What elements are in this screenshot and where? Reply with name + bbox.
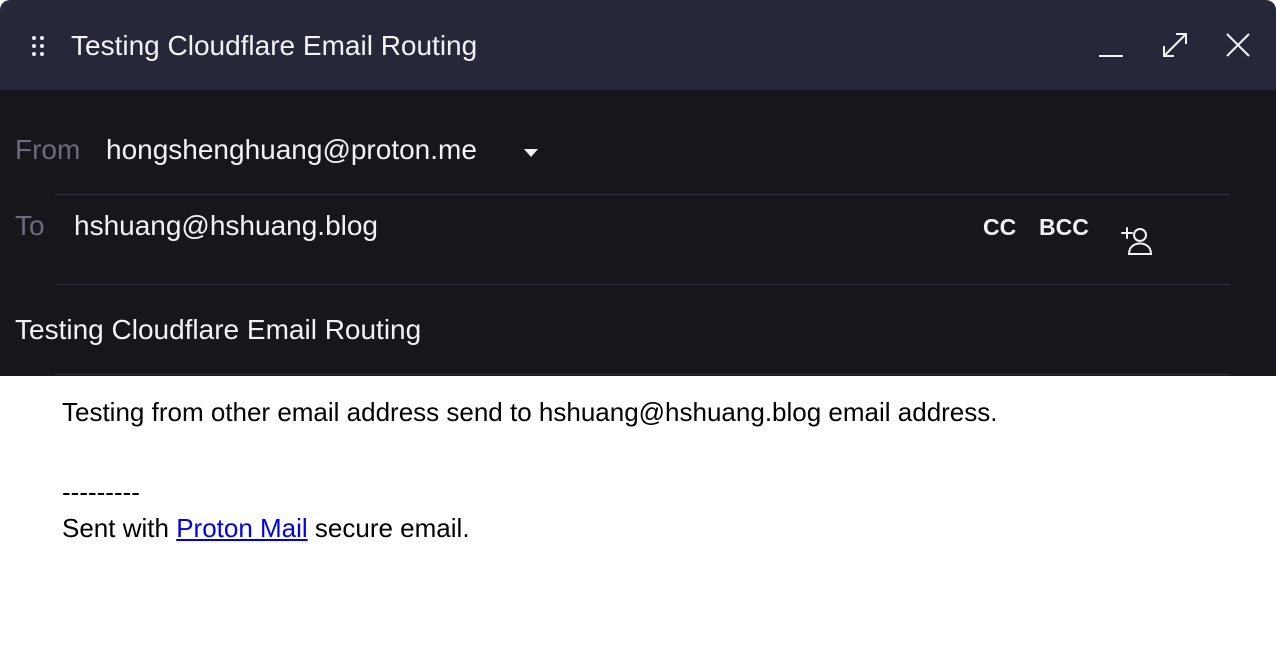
composer-title: Testing Cloudflare Email Routing [71, 30, 478, 61]
signature-line: Sent with Proton Mail secure email. [62, 510, 470, 546]
email-composer: Testing Cloudflare Email Routing From ho… [0, 0, 1276, 656]
drag-handle-icon[interactable] [31, 35, 45, 57]
to-label: To [15, 210, 45, 241]
from-address-select[interactable]: hongshenghuang@proton.me [106, 134, 477, 166]
caret-down-icon[interactable] [523, 145, 539, 157]
minimize-button[interactable] [1096, 30, 1126, 60]
signature-suffix: secure email. [314, 513, 470, 543]
close-button[interactable] [1223, 30, 1253, 60]
proton-mail-link[interactable]: Proton Mail [176, 513, 308, 543]
composer-titlebar[interactable]: Testing Cloudflare Email Routing [0, 0, 1276, 90]
add-contact-button[interactable] [1121, 226, 1153, 256]
message-body-text: Testing from other email address send to… [62, 397, 998, 427]
composer-headers: From hongshenghuang@proton.me To hshuang… [0, 90, 1276, 376]
from-label: From [15, 134, 81, 165]
subject-input[interactable]: Testing Cloudflare Email Routing [15, 314, 421, 346]
close-icon [1226, 33, 1250, 57]
message-body-editor[interactable]: Testing from other email address send to… [0, 376, 1276, 656]
cc-button[interactable]: CC [983, 214, 1016, 240]
bcc-button[interactable]: BCC [1039, 214, 1089, 240]
add-contact-icon [1121, 227, 1153, 255]
maximize-icon [1163, 33, 1187, 57]
maximize-button[interactable] [1160, 30, 1190, 60]
to-recipient-input[interactable]: hshuang@hshuang.blog [74, 210, 378, 242]
minimize-icon [1099, 55, 1123, 57]
signature-prefix: Sent with [62, 513, 169, 543]
signature-separator: --------- [62, 477, 140, 507]
